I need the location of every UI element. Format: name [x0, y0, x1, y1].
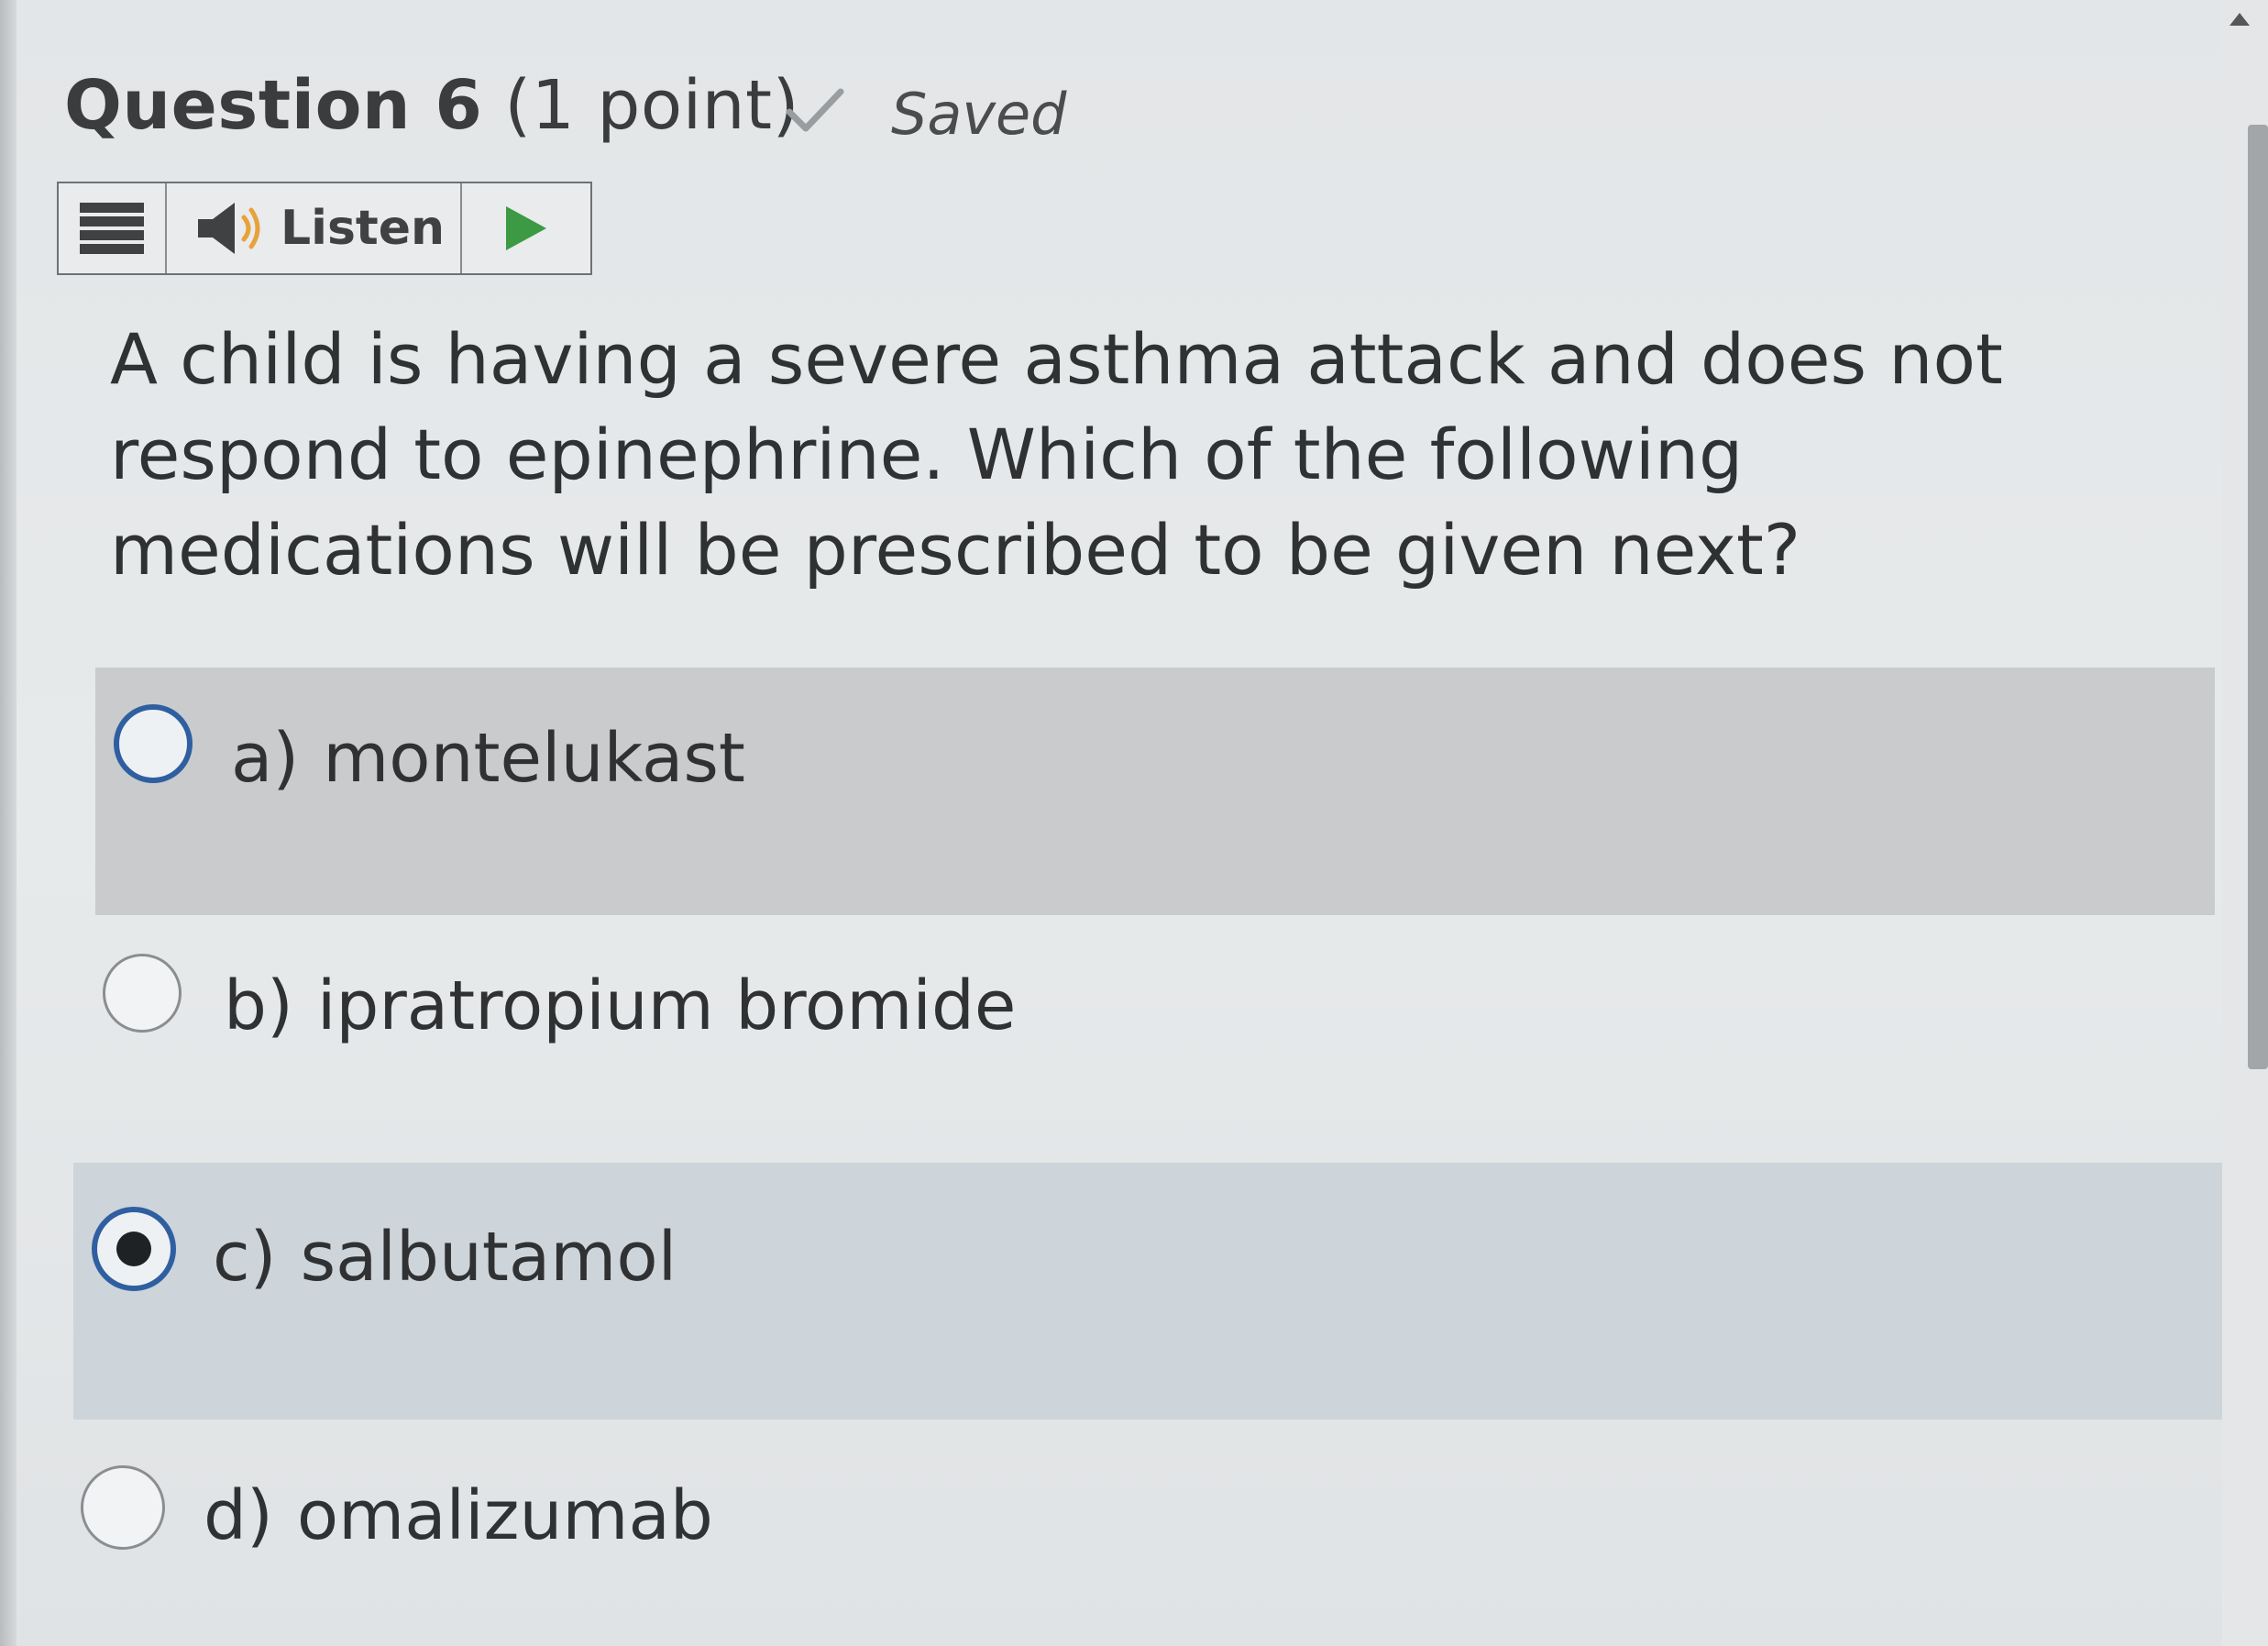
- option-a[interactable]: a) montelukast: [95, 668, 2215, 915]
- play-button[interactable]: [462, 183, 590, 273]
- option-letter: b): [224, 967, 293, 1045]
- check-icon: [786, 88, 844, 132]
- listen-button[interactable]: Listen: [167, 183, 462, 273]
- option-d-label: d) omalizumab: [204, 1476, 713, 1555]
- listen-menu-button[interactable]: [59, 183, 167, 273]
- option-d[interactable]: d) omalizumab: [64, 1420, 2237, 1646]
- option-text: ipratropium bromide: [316, 967, 1017, 1045]
- option-letter: a): [231, 719, 300, 798]
- option-c-label: c) salbutamol: [213, 1218, 677, 1297]
- menu-icon: [80, 203, 144, 254]
- option-letter: d): [204, 1476, 273, 1555]
- radio-option-b[interactable]: [103, 954, 182, 1033]
- question-points: (1 point): [504, 66, 799, 145]
- radio-option-a[interactable]: [114, 704, 193, 783]
- question-title: Question 6 (1 point): [64, 66, 799, 145]
- radio-selected-dot: [116, 1232, 151, 1266]
- option-a-label: a) montelukast: [231, 719, 745, 798]
- page-left-edge: [0, 0, 17, 1646]
- option-text: montelukast: [323, 719, 745, 798]
- question-number: Question 6: [64, 66, 483, 145]
- question-text: A child is having a severe asthma attack…: [110, 318, 2003, 591]
- option-text: salbutamol: [300, 1218, 677, 1297]
- quiz-page: Question 6 (1 point) Saved Listen A chil…: [0, 0, 2268, 1646]
- option-c[interactable]: c) salbutamol: [73, 1163, 2232, 1420]
- option-b-label: b) ipratropium bromide: [224, 967, 1016, 1045]
- play-icon: [506, 206, 546, 250]
- scroll-up-arrow-icon[interactable]: [2229, 13, 2250, 26]
- listen-toolbar: Listen: [57, 182, 592, 275]
- radio-option-c[interactable]: [92, 1207, 176, 1291]
- option-text: omalizumab: [296, 1476, 713, 1555]
- radio-option-d[interactable]: [81, 1465, 165, 1550]
- listen-label: Listen: [281, 201, 446, 256]
- option-b[interactable]: b) ipratropium bromide: [83, 915, 2218, 1163]
- saved-status: Saved: [891, 81, 1067, 148]
- speaker-icon: [198, 203, 260, 254]
- scrollbar-thumb[interactable]: [2248, 125, 2268, 1069]
- option-letter: c): [213, 1218, 277, 1297]
